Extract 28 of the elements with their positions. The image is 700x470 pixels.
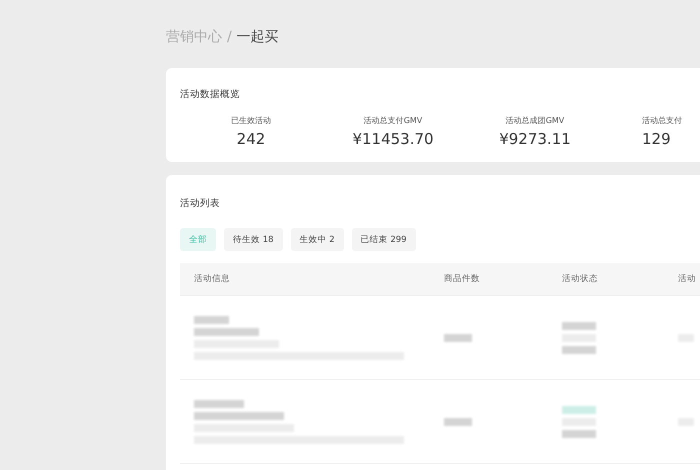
metric-value: ¥11453.70	[352, 130, 434, 148]
blurred-text-placeholder	[194, 400, 244, 408]
blurred-text-placeholder	[562, 406, 596, 414]
blurred-text-placeholder	[194, 328, 259, 336]
card-title: 活动列表	[180, 197, 220, 210]
column-header: 活动	[677, 273, 697, 285]
filter-tab[interactable]: 待生效 18	[224, 228, 283, 251]
blurred-text-placeholder	[444, 418, 472, 426]
breadcrumb-current: 一起买	[236, 28, 279, 46]
filter-tab[interactable]: 生效中 2	[290, 228, 344, 251]
column-header: 商品件数	[443, 273, 481, 285]
blurred-text-placeholder	[562, 430, 596, 438]
blurred-text-placeholder	[562, 322, 596, 330]
metric-value: 242	[236, 130, 266, 148]
breadcrumb-separator: /	[227, 29, 232, 45]
blurred-text-placeholder	[444, 334, 472, 342]
column-header: 活动信息	[193, 273, 231, 285]
metric-label: 活动总支付	[642, 115, 682, 126]
card-title: 活动数据概览	[180, 88, 240, 101]
column-header: 活动状态	[561, 273, 599, 285]
metric-value: 129	[642, 130, 671, 148]
blurred-text-placeholder	[194, 316, 229, 324]
filter-tab[interactable]: 已结束 299	[352, 228, 416, 251]
metric-value: ¥9273.11	[499, 130, 571, 148]
blurred-text-placeholder	[562, 346, 596, 354]
metric-label: 活动总支付GMV	[364, 115, 422, 126]
metric-label: 活动总成团GMV	[506, 115, 564, 126]
metric-label: 已生效活动	[231, 115, 271, 126]
